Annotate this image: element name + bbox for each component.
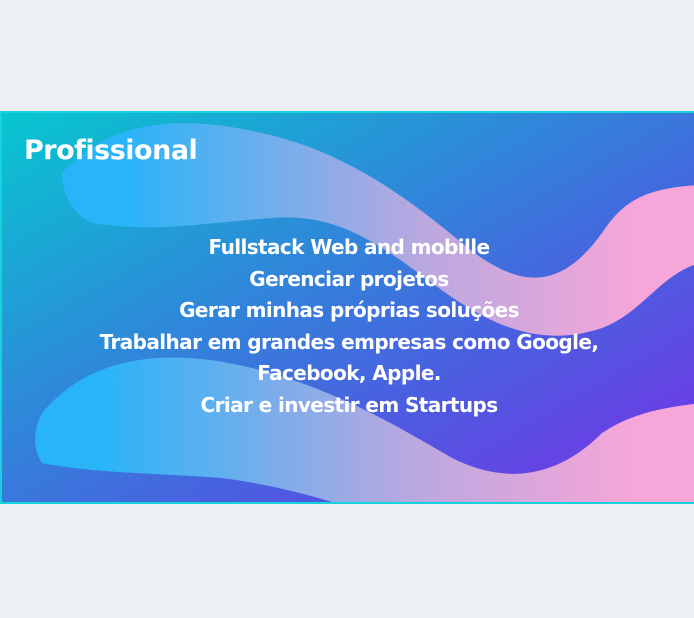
goal-item: Fullstack Web and mobille	[208, 235, 491, 259]
goal-item: Criar e investir em Startups	[200, 392, 499, 417]
goal-item: Gerenciar projetos	[249, 266, 449, 291]
goal-item: Trabalhar em grandes empresas como Googl…	[99, 329, 599, 354]
card-title: Profissional	[24, 135, 198, 166]
goal-item: Gerar minhas próprias soluções	[179, 298, 519, 322]
goal-item: Facebook, Apple.	[257, 361, 441, 385]
goals-list: Fullstack Web and mobille Gerenciar proj…	[2, 232, 694, 421]
profissional-card: Profissional Fullstack Web and mobille G…	[0, 111, 694, 504]
